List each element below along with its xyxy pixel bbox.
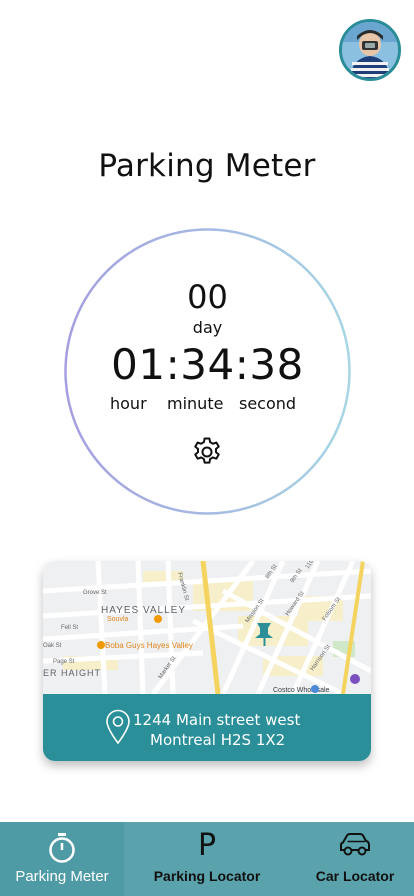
address-line-1: 1244 Main street west [133,711,301,729]
map-label-page: Page St [53,659,75,665]
address-bar: 1244 Main street west Montreal H2S 1X2 [43,694,371,761]
map-label-oak: Oak St [43,643,62,649]
stopwatch-icon [49,833,75,863]
address-line-2: Montreal H2S 1X2 [150,731,286,749]
map-label-grove: Grove St [83,590,107,596]
settings-button[interactable] [189,434,225,470]
days-label: day [192,318,223,337]
second-label: second [239,394,297,413]
avatar-photo [342,22,398,78]
bottom-navigation: Parking Meter P Parking Locator Car Loca… [0,822,414,896]
nav-label-parking-locator: Parking Locator [153,868,261,884]
user-avatar[interactable] [339,19,401,81]
hour-label: hour [110,394,147,413]
days-value: 00 [187,278,228,316]
map-label-costco: Costco Wholesale [273,687,330,694]
minute-label: minute [167,394,224,413]
map-label-hayes-valley: HAYES VALLEY [101,605,186,616]
timer-ring: 00 day 01:34:38 hour minute second [64,228,351,515]
location-card[interactable]: HAYES VALLEY Boba Guys Hayes Valley Souv… [43,561,371,761]
map-view[interactable]: HAYES VALLEY Boba Guys Hayes Valley Souv… [43,561,371,694]
nav-car-locator[interactable]: Car Locator [300,822,410,896]
gear-icon [194,437,220,464]
map-label-souvla: Souvla [107,616,129,623]
map-label-haight: ER HAIGHT [43,668,101,678]
map-label-boba: Boba Guys Hayes Valley [105,641,193,650]
nav-label-parking-meter: Parking Meter [15,868,109,885]
parking-p-icon: P [197,828,217,863]
map-label-fell: Fell St [61,625,78,631]
page-title: Parking Meter [98,148,316,184]
time-remaining: 01:34:38 [111,340,304,389]
nav-label-car-locator: Car Locator [315,868,395,884]
nav-parking-meter[interactable]: Parking Meter [0,822,124,896]
nav-parking-locator[interactable]: P Parking Locator [140,822,274,896]
car-icon [340,833,370,856]
app-screen: Parking Meter 00 day 01:34:38 hour minut… [0,0,414,896]
location-pin-icon [106,709,130,745]
